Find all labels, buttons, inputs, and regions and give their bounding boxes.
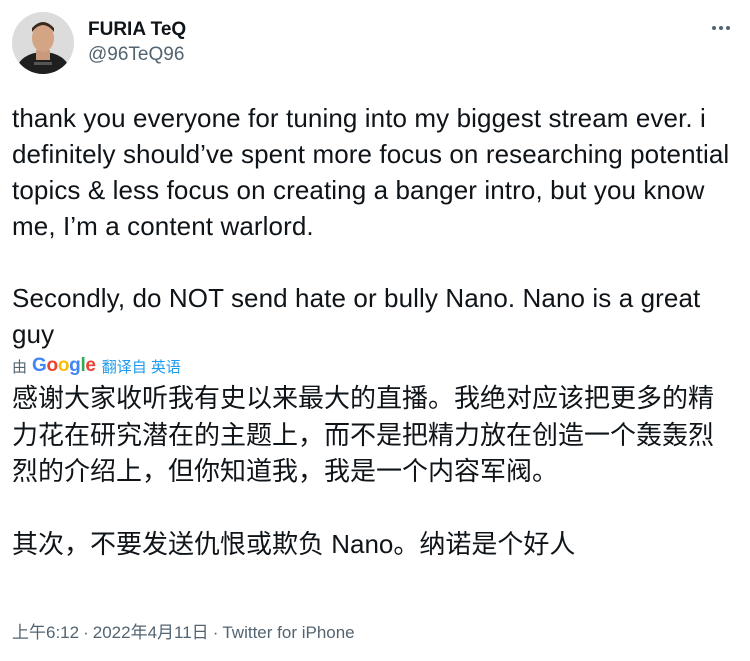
author-names: FURIA TeQ @96TeQ96: [88, 18, 186, 68]
meta-separator: ·: [212, 623, 219, 642]
translation-attribution: 由 Google 翻译自 英语: [12, 354, 738, 378]
tweet-time[interactable]: 上午6:12: [12, 623, 79, 642]
meta-separator: ·: [83, 623, 89, 642]
more-dot: [719, 26, 723, 30]
tweet-source[interactable]: Twitter for iPhone: [222, 623, 354, 642]
tweet-header: FURIA TeQ @96TeQ96: [12, 10, 738, 76]
more-dot: [726, 26, 730, 30]
google-logo: Google: [32, 355, 96, 376]
author-handle[interactable]: @96TeQ96: [88, 42, 186, 68]
more-options-button[interactable]: [706, 18, 736, 38]
translated-text: 感谢大家收听我有史以来最大的直播。我绝对应该把更多的精力花在研究潜在的主题上，而…: [12, 383, 715, 559]
tweet-date[interactable]: 2022年4月11日: [93, 623, 209, 642]
more-horizontal-icon: [712, 26, 716, 30]
avatar[interactable]: [12, 12, 74, 74]
translated-from-link[interactable]: 翻译自 英语: [102, 356, 181, 377]
user-avatar-icon: [12, 12, 74, 74]
author-display-name[interactable]: FURIA TeQ: [88, 18, 186, 42]
tweet-text: thank you everyone for tuning into my bi…: [12, 103, 730, 349]
tweet-meta: 上午6:12 · 2022年4月11日 · Twitter for iPhone: [12, 618, 355, 643]
translate-by-label: 由: [12, 358, 28, 376]
tweet-card: FURIA TeQ @96TeQ96 thank you everyone fo…: [0, 0, 750, 661]
